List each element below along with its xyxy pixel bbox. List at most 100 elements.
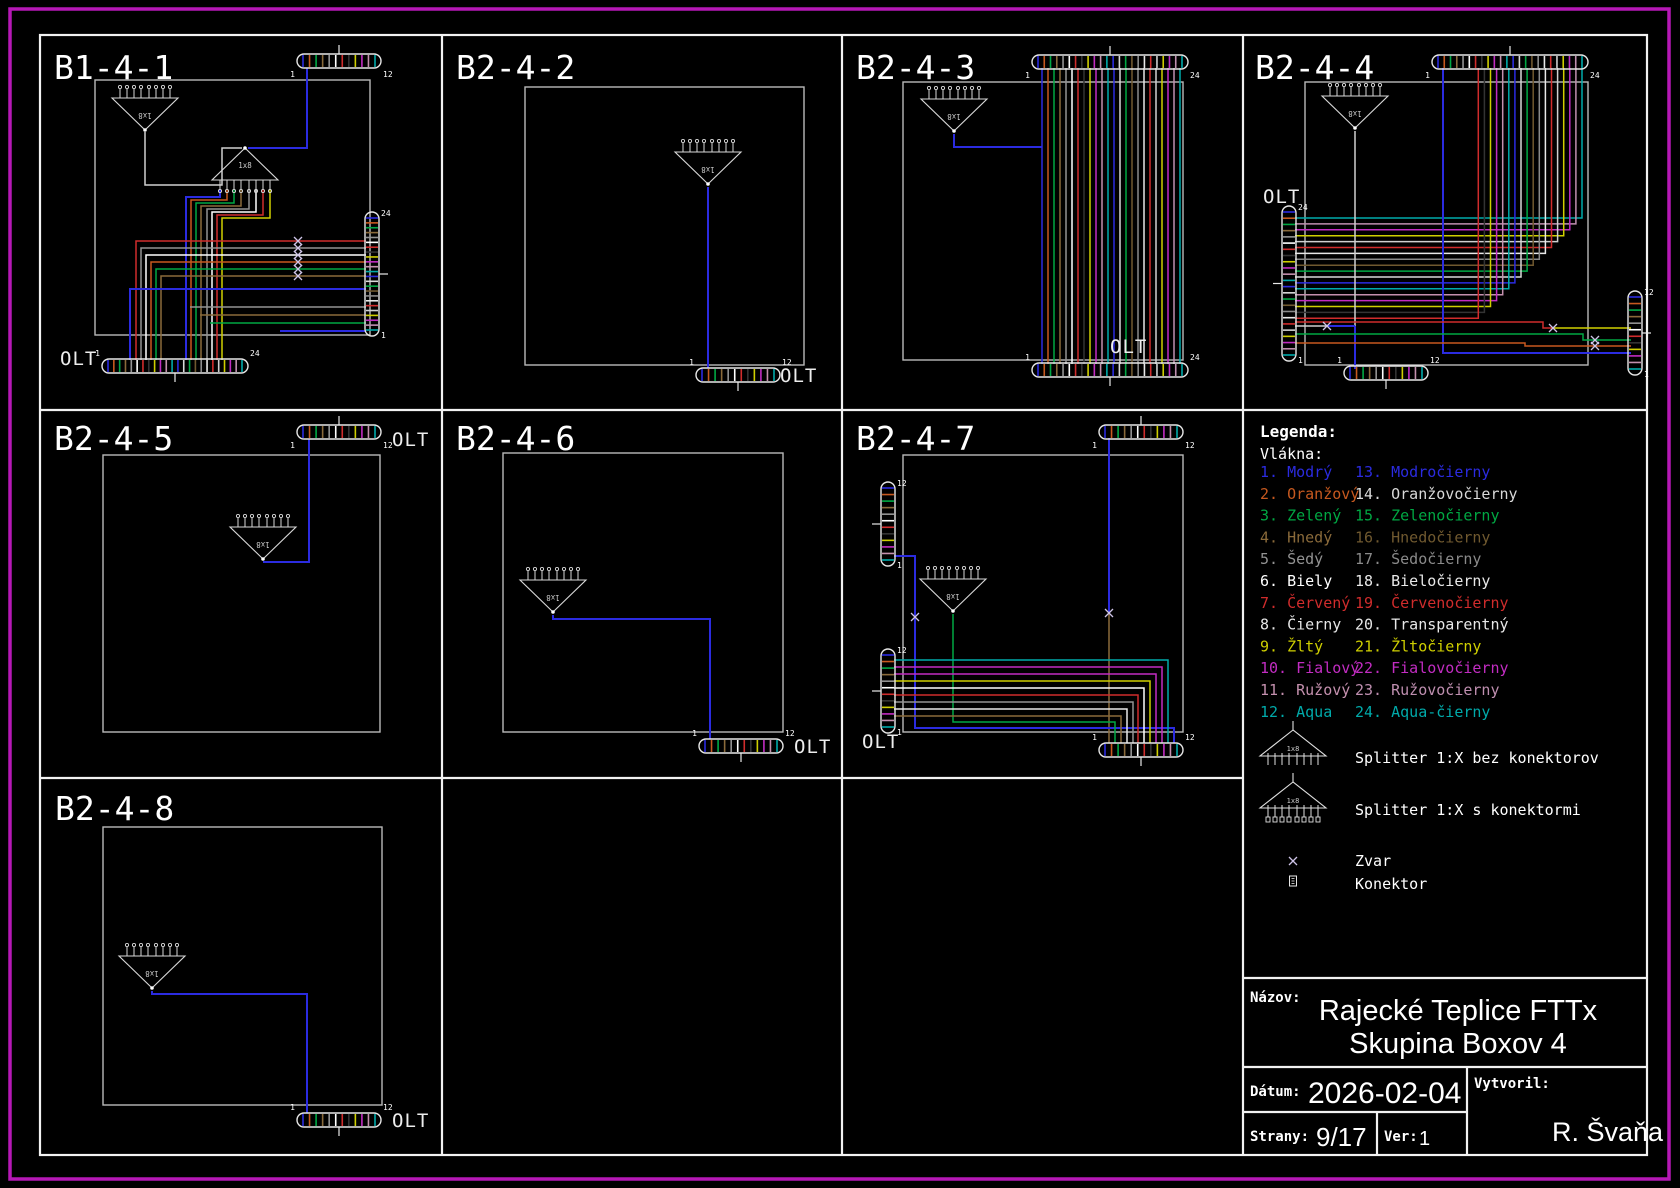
legend-fiber-item: 15. Zelenočierny	[1355, 507, 1500, 525]
splitter-ratio-label: 1x8	[145, 969, 159, 978]
olt-label: OLT	[60, 348, 97, 370]
splitter-apex-dot	[150, 986, 154, 990]
titleblock-nazov-line1: Rajecké Teplice FTTx	[1319, 995, 1598, 1027]
legend-fiber-item: 7. Červený	[1260, 593, 1350, 612]
titleblock-strany-label: Strany:	[1250, 1129, 1309, 1145]
splitter-apex-dot	[951, 609, 955, 613]
legend-fiber-item: 6. Biely	[1260, 572, 1332, 590]
olt-label: OLT	[862, 731, 899, 753]
splitter-ratio-label: 1x8	[946, 592, 960, 601]
legend-fiber-item: 12. Aqua	[1260, 703, 1332, 721]
legend-fiber-item: 24. Aqua-čierny	[1355, 703, 1490, 721]
panel-title: B2-4-5	[54, 419, 173, 458]
connector-pin-label-end: 1	[381, 331, 386, 340]
connector-pin-label-start: 12	[1644, 288, 1654, 297]
connector-pin-label-end: 1	[897, 561, 902, 570]
panel-title: B2-4-7	[856, 419, 975, 458]
legend-heading: Legenda:	[1260, 422, 1337, 441]
panel-title: B1-4-1	[54, 48, 173, 87]
legend-fibers-heading: Vlákna:	[1260, 445, 1323, 463]
panel-title: B2-4-4	[1255, 48, 1374, 87]
splitter-ratio-label: 1x8	[546, 593, 560, 602]
titleblock-vytvoril-value: R. Švaňa	[1552, 1116, 1664, 1147]
legend-fiber-item: 1. Modrý	[1260, 463, 1332, 481]
splitter-ratio-label: 1x8	[701, 165, 715, 174]
olt-label: OLT	[392, 429, 429, 451]
connector-pin-label-end: 24	[1190, 353, 1200, 362]
connector-pin-label-start: 1	[1092, 441, 1097, 450]
connector-pin-label-end: 1	[1298, 356, 1303, 365]
olt-label: OLT	[1110, 336, 1147, 358]
legend-zvar-label: Zvar	[1355, 852, 1391, 870]
connector-pin-label-end: 24	[250, 349, 260, 358]
splitter-apex-dot	[1353, 126, 1357, 130]
legend-fiber-item: 21. Žltočierny	[1355, 636, 1481, 655]
legend-fiber-item: 22. Fialovočierny	[1355, 659, 1509, 677]
legend-fiber-item: 16. Hnedočierny	[1355, 528, 1490, 546]
connector-pin-label-start: 1	[689, 358, 694, 367]
olt-label: OLT	[780, 365, 817, 387]
splitter-apex-dot	[143, 128, 147, 132]
connector-pin-label-end: 12	[383, 70, 393, 79]
titleblock-vytvoril-label: Vytvoril:	[1474, 1076, 1550, 1092]
connector-pin-label-end: 1	[1644, 370, 1649, 379]
legend-fiber-item: 13. Modročierny	[1355, 463, 1490, 481]
splitter-apex-dot	[706, 182, 710, 186]
legend-fiber-item: 9. Žltý	[1260, 636, 1323, 655]
legend-fiber-item: 5. Šedý	[1260, 549, 1323, 568]
legend-fiber-item: 14. Oranžovočierny	[1355, 485, 1518, 503]
splitter-ratio-label: 1x8	[1287, 745, 1300, 753]
drawing-sheet: 1 12 24 1 1 24 1x8 1x8 B1-4-1 OLT 1 12 1x8 B2-4-2 OLT 1…	[0, 0, 1680, 1188]
splitter-apex-dot	[261, 557, 265, 561]
connector-pin-label-start: 12	[897, 479, 907, 488]
schematic-canvas: 1 12 24 1 1 24 1x8 1x8 B1-4-1 OLT 1 12 1x8 B2-4-2 OLT 1…	[0, 0, 1680, 1188]
legend-fiber-item: 19. Červenočierny	[1355, 593, 1509, 612]
legend-fiber-item: 10. Fialový	[1260, 659, 1359, 677]
olt-label: OLT	[392, 1110, 429, 1132]
connector-pin-label-end: 12	[1430, 356, 1440, 365]
splitter-apex-dot	[243, 146, 247, 150]
legend-fiber-item: 18. Bieločierny	[1355, 572, 1490, 590]
splitter-ratio-label: 1x8	[947, 112, 961, 121]
connector-pin-label-start: 12	[897, 646, 907, 655]
connector-pin-label-start: 1	[1092, 733, 1097, 742]
titleblock-strany-value: 9/17	[1316, 1122, 1367, 1152]
connector-pin-label-start: 1	[290, 441, 295, 450]
panel-title: B2-4-2	[456, 48, 575, 87]
connector-pin-label-start: 1	[1025, 71, 1030, 80]
titleblock-datum-label: Dátum:	[1250, 1084, 1301, 1100]
legend-splitter2-label: Splitter 1:X s konektormi	[1355, 801, 1581, 819]
splitter-ratio-label: 1x8	[1348, 109, 1362, 118]
splitter-ratio-label: 1x8	[138, 111, 152, 120]
legend-fiber-item: 17. Šedočierny	[1355, 549, 1481, 568]
titleblock-nazov-label: Názov:	[1250, 990, 1301, 1006]
splitter-ratio-label: 1x8	[1287, 797, 1300, 805]
connector-pin-label-start: 1	[1425, 71, 1430, 80]
titleblock-ver-label: Ver:	[1384, 1129, 1418, 1145]
panel-title: B2-4-6	[456, 419, 575, 458]
connector-pin-label-start: 1	[1025, 353, 1030, 362]
titleblock-datum-value: 2026-02-04	[1308, 1077, 1461, 1110]
legend-fiber-item: 3. Zelený	[1260, 507, 1341, 525]
connector-pin-label-end: 12	[1185, 441, 1195, 450]
connector-pin-label-start: 1	[290, 1103, 295, 1112]
legend-fiber-item: 23. Ružovočierny	[1355, 681, 1500, 699]
legend-konektor-label: Konektor	[1355, 875, 1427, 893]
panel-title: B2-4-3	[856, 48, 975, 87]
splitter-ratio-label: 1x8	[256, 540, 270, 549]
connector-pin-label-end: 24	[1590, 71, 1600, 80]
legend-splitter1-label: Splitter 1:X bez konektorov	[1355, 749, 1599, 767]
olt-label: OLT	[794, 736, 831, 758]
legend-fiber-item: 4. Hnedý	[1260, 528, 1332, 546]
legend-fiber-item: 20. Transparentný	[1355, 616, 1509, 634]
connector-pin-label-start: 1	[290, 70, 295, 79]
titleblock-nazov-line2: Skupina Boxov 4	[1349, 1028, 1567, 1060]
legend-fiber-item: 2. Oranžový	[1260, 485, 1359, 503]
splitter-apex-dot	[551, 610, 555, 614]
panel-title: B2-4-8	[55, 789, 174, 828]
olt-label: OLT	[1263, 186, 1300, 208]
connector-pin-label-end: 12	[1185, 733, 1195, 742]
connector-pin-label-start: 1	[1337, 356, 1342, 365]
splitter-ratio-label: 1x8	[238, 161, 252, 170]
connector-pin-label-end: 24	[1190, 71, 1200, 80]
